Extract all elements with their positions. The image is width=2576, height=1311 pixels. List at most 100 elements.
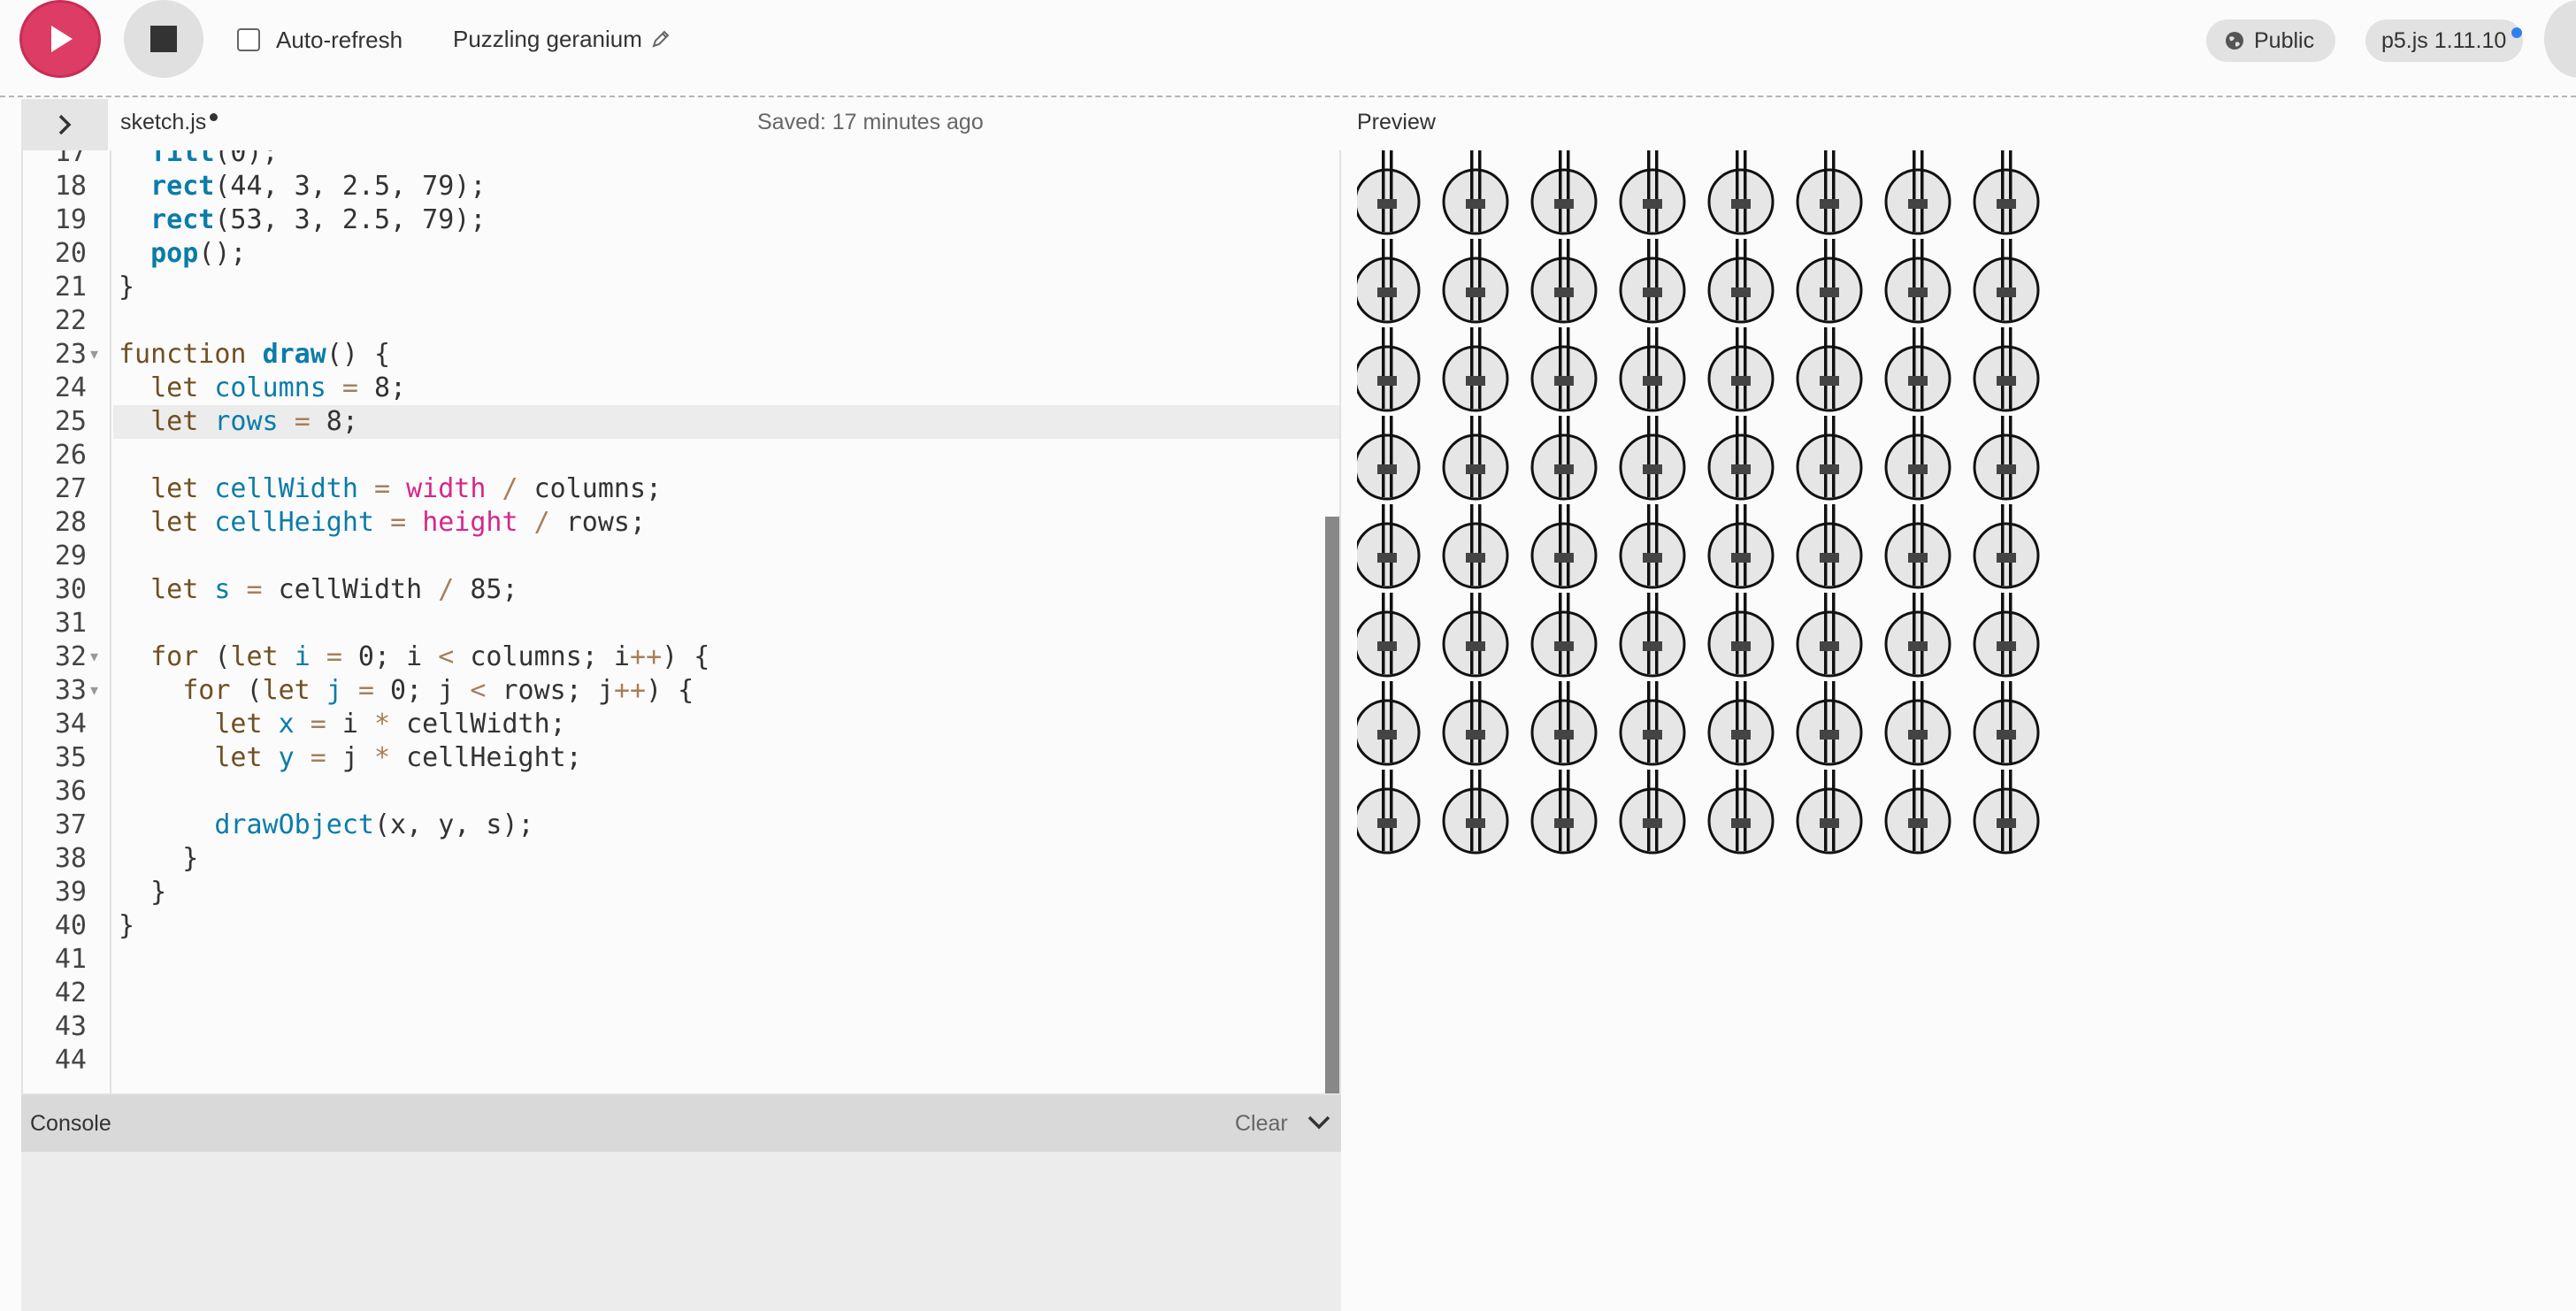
code-line[interactable]: } <box>119 876 166 909</box>
clear-console-button[interactable]: Clear <box>1235 1111 1288 1137</box>
line-number: 26 <box>54 440 87 471</box>
sketch-name[interactable]: Puzzling geranium <box>453 23 671 55</box>
code-line[interactable]: rect(53, 3, 2.5, 79); <box>119 203 486 237</box>
auto-refresh-checkbox[interactable] <box>237 28 260 51</box>
sketch-object <box>1973 416 2040 501</box>
sketch-object <box>1884 327 1951 412</box>
code-line[interactable]: drawObject(x, y, s); <box>119 809 533 842</box>
sketch-object <box>1973 239 2040 324</box>
toolbar-divider <box>0 96 2576 97</box>
sketch-object <box>1357 770 1421 855</box>
globe-icon <box>2226 32 2243 50</box>
code-line[interactable]: } <box>119 842 198 876</box>
chevron-right-icon <box>58 114 72 135</box>
sketch-object <box>1442 416 1509 501</box>
code-line[interactable]: } <box>119 909 134 943</box>
play-icon <box>51 26 73 52</box>
sketch-object <box>1884 504 1951 589</box>
sketch-object <box>1442 150 1509 235</box>
pencil-icon[interactable] <box>651 29 671 49</box>
line-number: 27 <box>54 473 87 504</box>
code-line[interactable]: rect(44, 3, 2.5, 79); <box>119 170 486 203</box>
code-line[interactable]: function draw() { <box>119 338 390 372</box>
code-line[interactable]: for (let j = 0; j < rows; j++) { <box>119 674 694 708</box>
auto-refresh-toggle[interactable]: Auto-refresh <box>237 27 402 53</box>
sketch-object <box>1707 416 1775 501</box>
line-number: 17 <box>54 150 87 168</box>
sketch-object <box>1357 681 1421 766</box>
code-line[interactable]: } <box>119 271 134 304</box>
sketch-object <box>1884 150 1951 235</box>
preview-canvas[interactable] <box>1357 150 2065 858</box>
sketch-object <box>1707 327 1775 412</box>
sketch-object <box>1442 504 1509 589</box>
play-button[interactable] <box>19 0 101 78</box>
sketch-object <box>1884 593 1951 678</box>
code-editor[interactable]: 17 18 19 20 21 22 23 ▾ 24 25 26 27 28 29 30 31 32 ▾ 33 ▾ 34 3… <box>21 150 1341 1095</box>
line-number: 41 <box>54 944 87 975</box>
sketch-object <box>1357 150 1421 235</box>
sketch-object <box>1796 504 1863 589</box>
sketch-object <box>1796 239 1863 324</box>
line-number: 40 <box>54 910 87 941</box>
line-number: 42 <box>54 978 87 1008</box>
code-line[interactable]: let x = i * cellWidth; <box>119 708 565 741</box>
sketch-object <box>1707 150 1775 235</box>
visibility-button[interactable]: Public <box>2206 19 2335 62</box>
sketch-object <box>1357 593 1421 678</box>
code-line[interactable]: fill(0); <box>119 150 279 170</box>
sketch-object <box>1357 416 1421 501</box>
fold-arrow-icon[interactable]: ▾ <box>90 674 98 708</box>
sketch-object <box>1619 239 1686 324</box>
sketch-object <box>1442 770 1509 855</box>
line-number: 18 <box>54 171 87 202</box>
line-number: 28 <box>54 507 87 538</box>
sketch-object <box>1530 150 1598 235</box>
sketch-object <box>1530 504 1598 589</box>
sidebar-toggle-button[interactable] <box>21 99 108 150</box>
code-line[interactable]: for (let i = 0; i < columns; i++) { <box>119 640 709 674</box>
settings-button[interactable] <box>2544 0 2576 78</box>
line-number: 35 <box>54 742 87 773</box>
sketch-object <box>1530 416 1598 501</box>
editor-header: sketch.js Saved: 17 minutes ago <box>21 99 1341 150</box>
code-line[interactable]: let s = cellWidth / 85; <box>119 573 518 607</box>
console-title: Console <box>30 1111 111 1136</box>
version-button[interactable]: p5.js 1.11.10 <box>2365 19 2523 62</box>
code-line[interactable]: let y = j * cellHeight; <box>119 741 581 775</box>
sketch-object <box>1796 770 1863 855</box>
code-line[interactable]: pop(); <box>119 237 246 271</box>
sketch-object <box>1973 504 2040 589</box>
auto-refresh-label: Auto-refresh <box>276 26 403 53</box>
sketch-object <box>1619 150 1686 235</box>
sketch-object <box>1442 239 1509 324</box>
sketch-object <box>1973 150 2040 235</box>
sketch-object <box>1530 327 1598 412</box>
stop-icon <box>150 26 177 52</box>
sketch-object <box>1442 593 1509 678</box>
line-number: 23 <box>54 339 87 370</box>
sketch-object <box>1796 327 1863 412</box>
sketch-object <box>1707 770 1775 855</box>
scrollbar-thumb[interactable] <box>1325 517 1339 1093</box>
saved-status: Saved: 17 minutes ago <box>757 110 984 134</box>
line-number: 39 <box>54 877 87 908</box>
line-number: 22 <box>54 305 87 336</box>
chevron-down-icon[interactable] <box>1304 1108 1334 1138</box>
code-line[interactable]: let columns = 8; <box>119 372 406 405</box>
stop-button[interactable] <box>124 0 203 78</box>
sketch-object <box>1796 150 1863 235</box>
toolbar: Auto-refresh Puzzling geranium Public p5… <box>0 0 2576 96</box>
code-line[interactable]: let rows = 8; <box>119 405 358 439</box>
code-line[interactable]: let cellWidth = width / columns; <box>119 472 662 506</box>
sketch-name-text: Puzzling geranium <box>453 25 642 52</box>
file-tab[interactable]: sketch.js <box>120 110 218 135</box>
sketch-object <box>1442 327 1509 412</box>
fold-arrow-icon[interactable]: ▾ <box>90 640 98 674</box>
code-line[interactable]: let cellHeight = height / rows; <box>119 506 646 540</box>
sketch-object <box>1707 681 1775 766</box>
line-number: 33 <box>54 675 87 706</box>
fold-arrow-icon[interactable]: ▾ <box>90 338 98 372</box>
preview-label: Preview <box>1357 110 1436 134</box>
sketch-object <box>1973 593 2040 678</box>
